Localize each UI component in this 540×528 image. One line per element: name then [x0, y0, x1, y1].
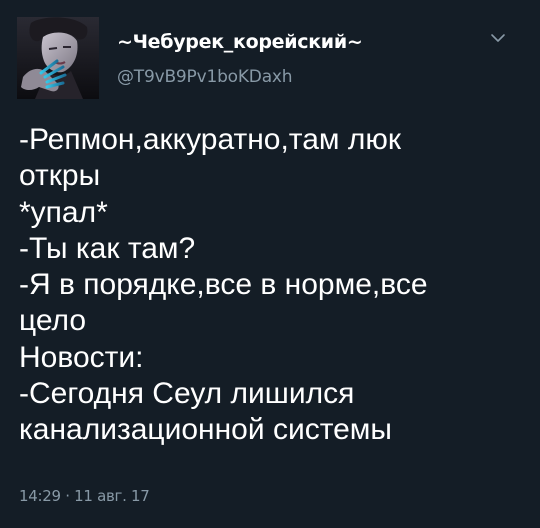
chevron-down-icon[interactable] [488, 30, 508, 46]
tweet-timestamp[interactable]: 14:29 · 11 авг. 17 [19, 487, 150, 505]
tweet-text: -Репмон,аккуратно,там люк откры *упал* -… [19, 122, 524, 449]
tweet-line: канализационной системы [19, 413, 392, 447]
tweet-line: -Репмон,аккуратно,там люк [19, 123, 401, 156]
chevron-down-glyph [491, 34, 505, 42]
avatar[interactable] [17, 17, 99, 99]
display-name[interactable]: ~Чебурек_корейский~ [117, 31, 363, 53]
tweet-line: *упал* [19, 195, 108, 229]
tweet-card: ~Чебурек_корейский~ @T9vB9Pv1boKDaxh -Ре… [0, 0, 540, 528]
tweet-line: -Ты как там? [19, 231, 196, 265]
user-handle[interactable]: @T9vB9Pv1boKDaxh [117, 67, 293, 87]
tweet-line: цело [19, 304, 87, 338]
tweet-line: Новости: [19, 340, 144, 374]
tweet-line: -Я в порядке,все в норме,все [19, 268, 428, 302]
tweet-line: -Сегодня Сеул лишился [19, 377, 355, 411]
avatar-image [17, 17, 99, 99]
tweet-line: откры [19, 159, 101, 193]
